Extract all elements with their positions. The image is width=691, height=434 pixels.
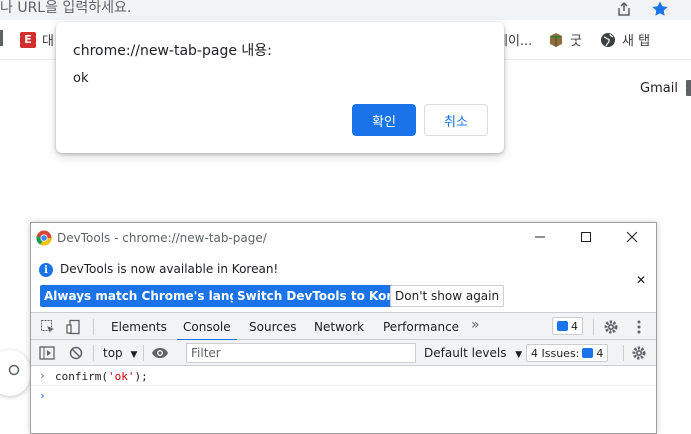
message-icon: [557, 321, 568, 331]
chrome-logo-icon: [36, 230, 52, 246]
log-levels-dropdown[interactable]: Default levels ▼: [424, 346, 522, 360]
messages-badge[interactable]: 4: [552, 317, 583, 335]
console-output: › confirm('ok'); ›: [31, 366, 656, 433]
bookmark-item[interactable]: E 대: [20, 30, 54, 49]
messages-count: 4: [571, 319, 578, 333]
toolbar-divider: [143, 345, 144, 361]
infobar-close-icon[interactable]: ✕: [636, 273, 646, 287]
close-window-button[interactable]: [621, 227, 643, 247]
globe-icon: [601, 32, 615, 47]
toolbar-divider: [593, 319, 594, 335]
clear-console-icon[interactable]: [67, 344, 85, 362]
toolbar-divider: [93, 319, 94, 335]
issues-badge[interactable]: 4 Issues: 4: [526, 344, 609, 362]
console-settings-gear-icon[interactable]: [630, 344, 648, 362]
devtools-titlebar[interactable]: DevTools - chrome://new-tab-page/: [31, 223, 656, 253]
chevron-right-icon: ›: [39, 369, 46, 382]
e-logo-icon: E: [20, 31, 36, 48]
devtools-window: DevTools - chrome://new-tab-page/ i DevT…: [30, 222, 657, 434]
sidebar-toggle-icon[interactable]: [38, 344, 56, 362]
eye-icon[interactable]: [151, 344, 169, 362]
tab-performance[interactable]: Performance: [383, 320, 459, 334]
gmail-link[interactable]: Gmail: [640, 81, 678, 96]
chevron-right-icon: ›: [39, 389, 46, 402]
context-selector[interactable]: top ▼: [103, 346, 137, 360]
confirm-dialog: chrome://new-tab-page 내용: ok 확인 취소: [56, 22, 504, 153]
cancel-button[interactable]: 취소: [424, 104, 488, 136]
context-label: top: [103, 346, 123, 360]
issues-count: 4: [596, 346, 604, 360]
bookmark-left-edge: [0, 30, 3, 46]
message-icon: [582, 348, 594, 358]
devtools-tabbar: Elements Console Sources Network Perform…: [31, 313, 656, 341]
issues-label: 4 Issues:: [531, 346, 580, 360]
bookmark-item[interactable]: 새 탭: [600, 30, 650, 49]
bookmark-label: 새 탭: [622, 34, 651, 49]
bookmark-star-icon[interactable]: [651, 0, 669, 18]
search-box[interactable]: [0, 350, 30, 396]
dont-show-again-button[interactable]: Don't show again: [390, 285, 505, 307]
minimize-button[interactable]: [529, 227, 551, 247]
dropdown-arrow-icon: ▼: [130, 350, 138, 360]
infobar-message: DevTools is now available in Korean!: [60, 262, 279, 276]
bookmark-label: 대: [42, 34, 54, 49]
kebab-menu-icon[interactable]: [630, 318, 648, 336]
search-icon: [8, 364, 22, 382]
toolbar-divider: [93, 345, 94, 361]
tab-network[interactable]: Network: [314, 320, 364, 334]
apps-grid-icon[interactable]: [686, 80, 691, 96]
ok-button[interactable]: 확인: [352, 104, 416, 136]
dropdown-arrow-icon: ▼: [515, 350, 523, 360]
console-command: confirm('ok');: [55, 370, 148, 383]
inspect-element-icon[interactable]: [39, 318, 57, 336]
tab-elements[interactable]: Elements: [111, 320, 167, 334]
device-toolbar-icon[interactable]: [65, 318, 83, 336]
info-icon: i: [39, 263, 53, 277]
omnibox-actions: [615, 0, 669, 18]
omnibox-text[interactable]: 나 URL을 입력하세요.: [0, 0, 131, 16]
toolbar-divider: [623, 345, 624, 361]
tab-sources[interactable]: Sources: [249, 320, 296, 334]
gear-icon[interactable]: [602, 318, 620, 336]
filter-input[interactable]: [186, 343, 416, 363]
dialog-title: chrome://new-tab-page 내용:: [73, 43, 272, 59]
maximize-button[interactable]: [575, 227, 597, 247]
console-entry: › confirm('ok');: [31, 366, 656, 386]
omnibox-row: 나 URL을 입력하세요.: [0, 0, 691, 20]
log-levels-label: Default levels: [424, 346, 507, 360]
language-infobar: i DevTools is now available in Korean! ✕…: [31, 253, 656, 313]
share-icon[interactable]: [615, 0, 633, 18]
bookmark-item[interactable]: 굿: [548, 30, 582, 49]
devtools-window-title: DevTools - chrome://new-tab-page/: [57, 231, 267, 245]
bookmark-label: 굿: [570, 34, 582, 49]
console-toolbar: top ▼ Default levels ▼ 4 Issues: 4: [31, 340, 656, 366]
console-prompt[interactable]: ›: [31, 386, 656, 406]
cube-icon: [550, 32, 562, 47]
dialog-message: ok: [73, 71, 89, 86]
tab-console[interactable]: Console: [177, 320, 237, 341]
more-tabs-icon[interactable]: »: [471, 317, 480, 333]
